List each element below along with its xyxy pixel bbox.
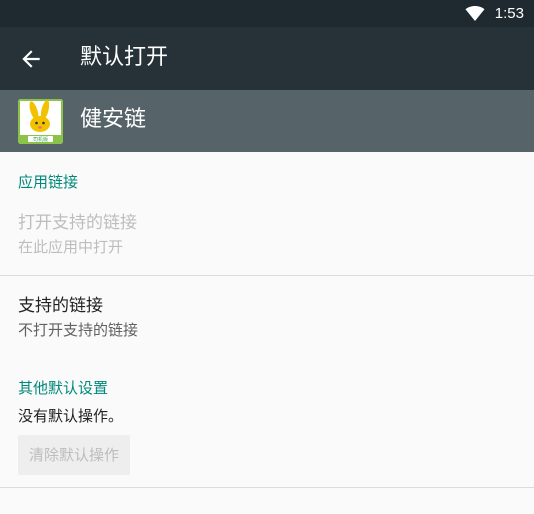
open-supported-links-title: 打开支持的链接	[18, 213, 137, 233]
clear-defaults-button[interactable]: 清除默认操作	[18, 435, 130, 475]
app-links-section-title: 应用链接	[18, 173, 79, 191]
app-name: 健安链	[80, 107, 147, 132]
app-rabbit-icon: 司机版	[18, 99, 63, 144]
app-header: 司机版 健安链	[0, 90, 534, 152]
status-time: 1:53	[494, 5, 524, 22]
app-icon-badge-text: 司机版	[33, 136, 48, 143]
toolbar: 默认打开	[0, 27, 534, 90]
supported-links-subtitle: 不打开支持的链接	[18, 321, 139, 339]
wifi-icon	[465, 6, 485, 21]
supported-links-title: 支持的链接	[18, 296, 103, 316]
divider	[0, 275, 534, 276]
default-open-screen: 1:53 默认打开 司机版 健安链 应用链接 打开支持的链接 在此应用中打开 支…	[0, 0, 534, 514]
status-bar: 1:53	[0, 0, 534, 27]
arrow-back-icon[interactable]	[18, 46, 44, 72]
open-supported-links-subtitle: 在此应用中打开	[18, 238, 124, 256]
page-title: 默认打开	[80, 45, 169, 70]
other-defaults-section-title: 其他默认设置	[18, 379, 109, 397]
divider	[0, 487, 534, 488]
no-default-actions-text: 没有默认操作。	[18, 407, 124, 425]
